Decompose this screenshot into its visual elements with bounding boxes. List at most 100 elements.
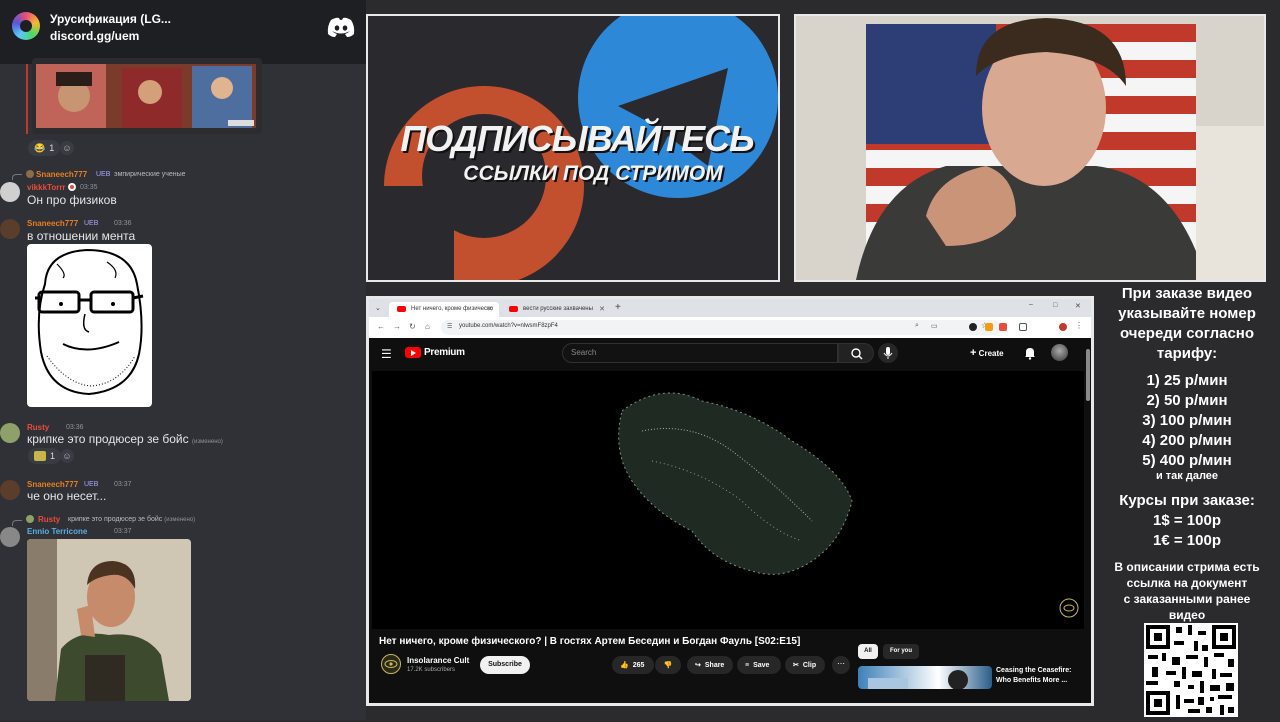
avatar[interactable] [0, 219, 20, 239]
channel-avatar[interactable] [381, 654, 401, 674]
voice-search-button[interactable] [878, 343, 898, 363]
browser-menu-icon[interactable]: ⋮ [1075, 321, 1083, 330]
posted-gif[interactable] [27, 539, 191, 701]
extension-icon[interactable] [985, 323, 993, 331]
tab-label: Нет ничего, кроме физическо [411, 306, 494, 312]
channel-name[interactable]: Insolarance Cult [407, 656, 469, 665]
save-button[interactable]: ≡ Save [737, 656, 781, 674]
recommended-title[interactable]: Ceasing the Ceasefire: Who Benefits More… [996, 666, 1086, 686]
avatar[interactable] [0, 480, 20, 500]
promo-subtitle: ССЫЛКИ ПОД СТРИМОМ [463, 162, 723, 185]
user-badge: UEB [84, 481, 99, 488]
message-text: Он про физиков [27, 193, 117, 207]
close-window-icon[interactable]: ✕ [1075, 302, 1081, 310]
extension-icon[interactable] [999, 323, 1007, 331]
username[interactable]: vikkkTorrr [27, 183, 66, 192]
extensions-puzzle-icon[interactable] [1019, 323, 1027, 331]
back-icon[interactable]: ← [377, 322, 385, 331]
recommended-thumbnail[interactable] [858, 666, 992, 689]
reply-text[interactable]: крипке это продюсер зе бойс (изменено) [68, 516, 195, 523]
avatar[interactable] [0, 527, 20, 547]
add-reaction-icon[interactable]: ☺ [60, 141, 74, 155]
create-button[interactable]: + Create [970, 347, 1004, 359]
cast-icon[interactable]: ▭ [931, 322, 938, 330]
server-invite[interactable]: discord.gg/uem [50, 29, 139, 43]
thumbs-up-icon: 👍 [620, 662, 629, 669]
tariff-line: 5) 400 р/мин [1142, 452, 1232, 469]
avatar[interactable] [0, 182, 20, 202]
video-player[interactable] [372, 371, 1084, 629]
reply-username[interactable]: Snaneech777 [36, 170, 87, 179]
username[interactable]: Snaneech777 [27, 219, 78, 228]
more-actions-icon[interactable]: ⋯ [832, 656, 850, 674]
minimize-icon[interactable]: – [1029, 301, 1033, 308]
username[interactable]: Ennio Terricone [27, 527, 87, 536]
username[interactable]: Snaneech777 [27, 480, 78, 489]
tariff-line: 2) 50 р/мин [1146, 392, 1228, 409]
dislike-button[interactable]: 👎 [655, 656, 681, 674]
youtube-premium-label: Premium [424, 347, 465, 358]
home-icon[interactable]: ⌂ [425, 322, 430, 331]
reply-badge: UEB [96, 171, 111, 178]
clip-label: Clip [802, 661, 817, 669]
reaction-laugh[interactable]: 😂 1 [28, 140, 61, 156]
telegram-logo-icon [368, 16, 369, 17]
chip-all[interactable]: All [858, 644, 878, 659]
reply-avatar [26, 515, 34, 523]
like-button[interactable]: 👍 265 [612, 656, 654, 674]
eye-logo-icon [384, 660, 398, 668]
address-bar: ← → ↻ ⌂ ☰ youtube.com/watch?v=nlwsmF8zpF… [369, 317, 1091, 338]
search-icon [851, 348, 863, 360]
reply-text[interactable]: эмпирические ученые [114, 171, 186, 178]
clip-button[interactable]: ✂ Clip [785, 656, 825, 674]
rate-line: 1$ = 100р [1153, 512, 1221, 529]
search-input[interactable]: Search [562, 343, 838, 363]
posted-image[interactable] [32, 58, 262, 134]
rates-title: Курсы при заказе: [1119, 492, 1255, 509]
avatar[interactable] [0, 423, 20, 443]
share-label: Share [704, 661, 725, 669]
reply-connector [12, 520, 22, 526]
profile-icon[interactable] [1059, 323, 1067, 331]
site-info-icon[interactable]: ☰ [447, 323, 452, 330]
webcam-image [796, 16, 1264, 280]
tab-menu-icon[interactable]: ⌄ [375, 304, 381, 312]
share-button[interactable]: ↪ Share [687, 656, 733, 674]
tab-close-icon[interactable]: ✕ [487, 305, 493, 313]
forward-icon[interactable]: → [393, 322, 401, 331]
maximize-icon[interactable]: □ [1053, 302, 1057, 309]
chip-for-you[interactable]: For you [883, 644, 919, 659]
tab-close-icon[interactable]: ✕ [599, 305, 605, 313]
notifications-bell-icon[interactable] [1023, 346, 1037, 360]
message-body: крипке это продюсер зе бойс [27, 432, 189, 446]
extension-icon[interactable] [969, 323, 977, 331]
reply-connector [12, 174, 22, 180]
subscribe-button[interactable]: Subscribe [480, 656, 530, 674]
account-avatar[interactable] [1051, 344, 1068, 361]
hamburger-menu-icon[interactable]: ☰ [381, 347, 392, 361]
reply-username[interactable]: Rusty [38, 515, 60, 524]
username[interactable]: Rusty [27, 423, 49, 432]
tariff-line: 3) 100 р/мин [1142, 412, 1232, 429]
etc-note: и так далее [1155, 470, 1219, 482]
add-reaction-icon[interactable]: ☺ [60, 449, 74, 463]
reply-avatar [26, 170, 34, 178]
server-icon[interactable] [12, 12, 40, 40]
url-field[interactable]: ☰ youtube.com/watch?v=nlwsmF8zpF4 ⌕ ▭ ☆ [441, 320, 1001, 335]
new-tab-icon[interactable]: + [615, 302, 621, 313]
youtube-logo-icon[interactable] [405, 347, 421, 358]
zoom-icon[interactable]: ⌕ [915, 322, 919, 330]
scissors-icon: ✂ [793, 662, 799, 669]
tab-inactive[interactable]: вести русские захвачены ✕ [501, 302, 611, 317]
timestamp: 03:37 [114, 528, 132, 535]
channel-watermark-icon[interactable] [1060, 599, 1078, 617]
tab-active[interactable]: Нет ничего, кроме физическо ✕ [389, 302, 499, 317]
page-scrollbar[interactable] [1086, 349, 1090, 401]
intro-line: При заказе видео [1121, 285, 1253, 302]
reaction-emoji[interactable]: 1 [28, 448, 62, 464]
thumbs-down-icon: 👎 [663, 662, 673, 669]
wojak-meme-image[interactable] [27, 244, 152, 407]
share-icon: ↪ [695, 662, 701, 669]
search-button[interactable] [838, 343, 874, 363]
reload-icon[interactable]: ↻ [409, 322, 416, 331]
